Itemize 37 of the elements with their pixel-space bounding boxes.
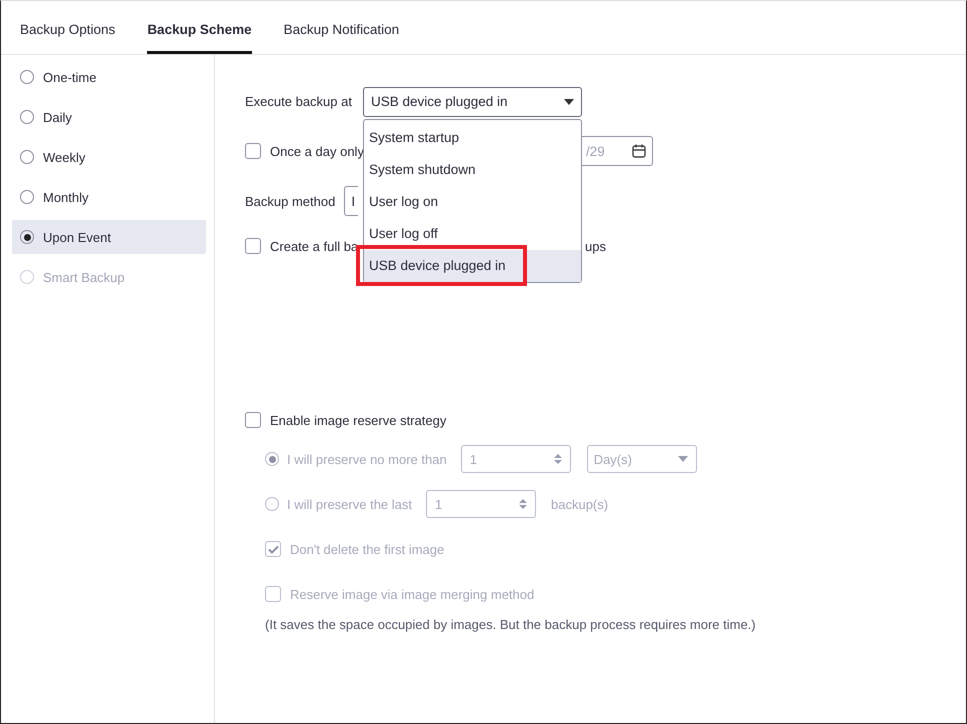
checkbox-label: Don't delete the first image bbox=[290, 542, 444, 556]
calendar-icon bbox=[632, 144, 646, 158]
radio-button[interactable] bbox=[265, 452, 279, 466]
check-icon bbox=[268, 544, 278, 554]
checkbox[interactable] bbox=[245, 238, 261, 254]
dropdown-option[interactable]: USB device plugged in bbox=[364, 250, 581, 282]
unit-label: backup(s) bbox=[551, 496, 608, 512]
checkbox[interactable] bbox=[245, 412, 261, 428]
checkbox[interactable] bbox=[245, 143, 261, 159]
field-label: Backup method bbox=[245, 194, 336, 208]
tab[interactable]: Backup Scheme bbox=[147, 1, 252, 54]
checkbox[interactable] bbox=[265, 541, 281, 557]
checkbox-label: ups bbox=[585, 238, 606, 254]
checkbox-label: Reserve image via image merging method bbox=[290, 586, 534, 602]
checkbox-label: Enable image reserve strategy bbox=[270, 412, 446, 428]
spinner-icon bbox=[554, 453, 562, 465]
spinner-icon bbox=[519, 498, 527, 510]
caret-icon bbox=[564, 98, 574, 104]
dropdown-option[interactable]: User log on bbox=[364, 186, 581, 218]
schedule-option[interactable]: Monthly bbox=[12, 180, 206, 214]
tab[interactable]: Backup Notification bbox=[284, 1, 400, 54]
schedule-option[interactable]: One-time bbox=[12, 60, 206, 94]
checkbox-label: Once a day only bbox=[270, 144, 364, 158]
schedule-option[interactable]: Daily bbox=[12, 100, 206, 134]
field-label: Execute backup at bbox=[245, 94, 352, 109]
method-dropdown[interactable]: I bbox=[344, 186, 358, 216]
radio-label: I will preserve no more than bbox=[287, 452, 447, 466]
tab[interactable]: Backup Options bbox=[20, 1, 116, 54]
schedule-option[interactable]: Weekly bbox=[12, 140, 206, 174]
schedule-option[interactable]: Upon Event bbox=[12, 220, 206, 254]
note-text: (It saves the space occupied by images. But the backup process requires more time.) bbox=[265, 617, 757, 632]
caret-icon bbox=[678, 456, 688, 462]
checkbox[interactable] bbox=[265, 586, 281, 602]
radio-button[interactable] bbox=[265, 497, 279, 511]
event-dropdown[interactable]: USB device plugged in bbox=[362, 86, 582, 116]
dropdown-option[interactable]: User log off bbox=[364, 218, 581, 250]
radio-label: I will preserve the last bbox=[287, 496, 412, 512]
